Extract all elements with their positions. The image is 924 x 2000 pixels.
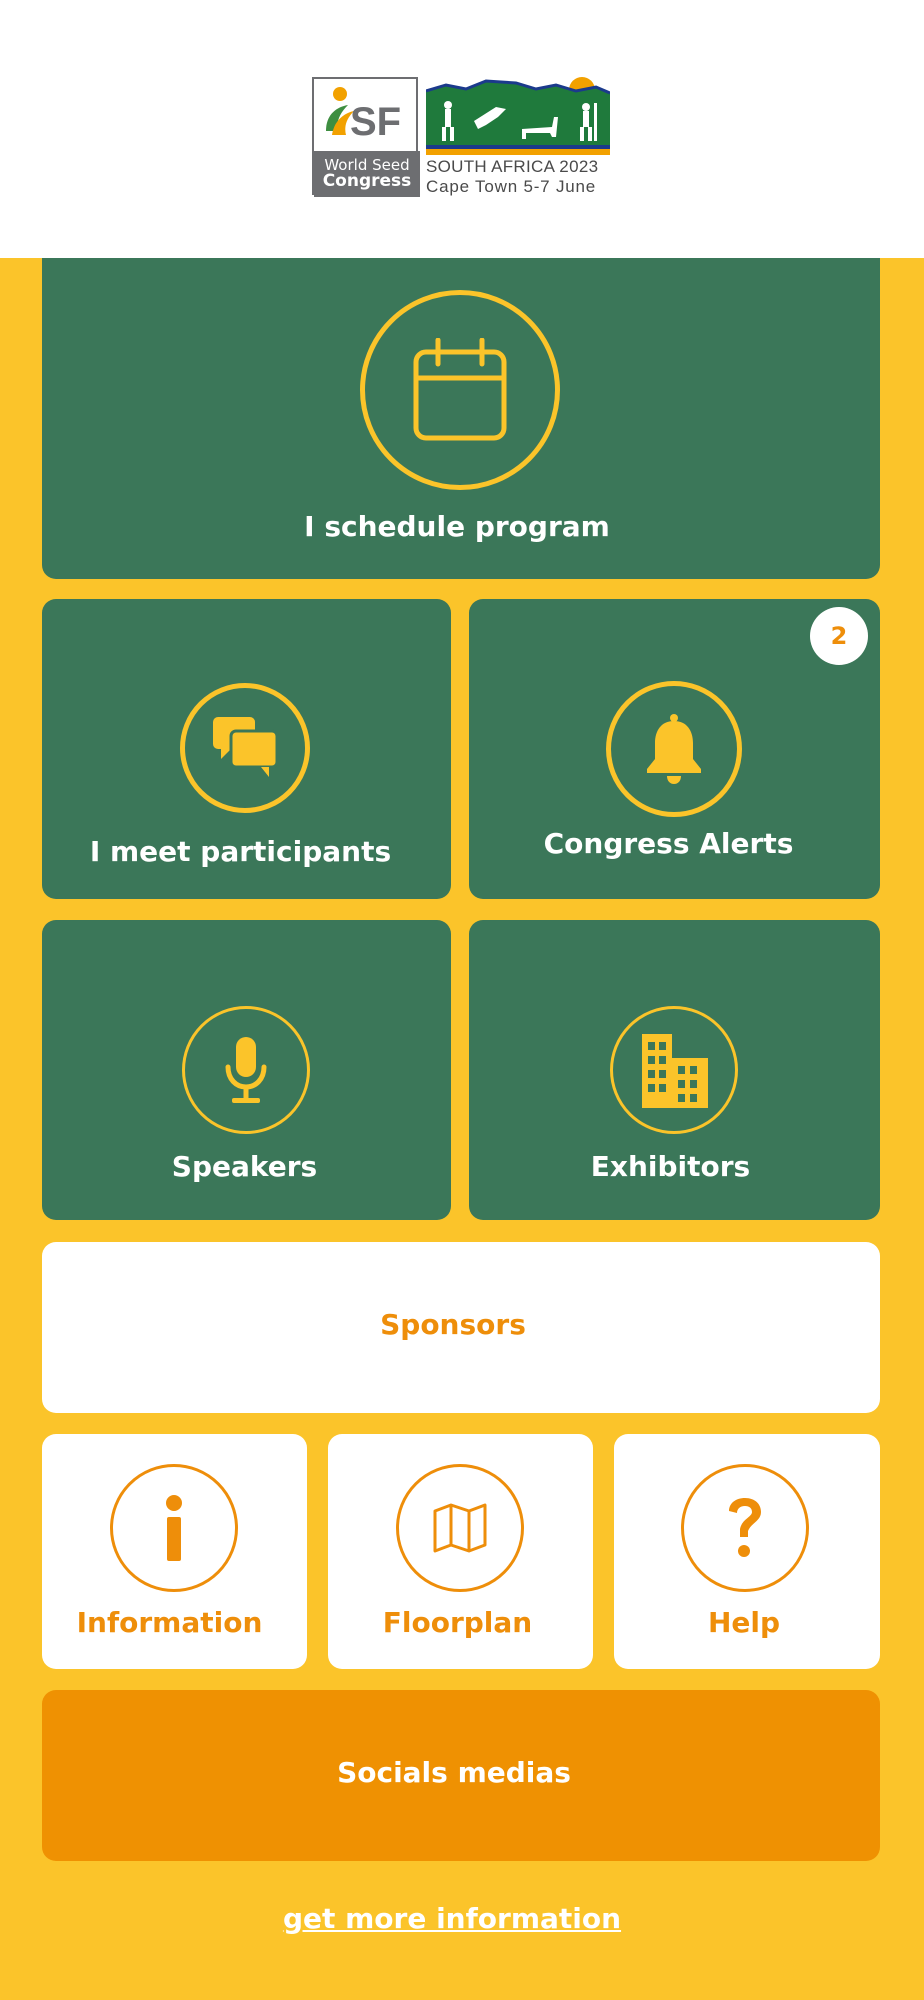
schedule-icon-circle	[360, 290, 560, 490]
meet-participants-tile[interactable]: I meet participants	[42, 599, 451, 899]
isf-logo-text: World Seed Congress	[314, 151, 420, 197]
meet-participants-label: I meet participants	[89, 835, 392, 868]
microphone-icon	[225, 1037, 267, 1103]
svg-text:SF: SF	[350, 100, 401, 143]
help-icon-circle	[681, 1464, 809, 1592]
south-africa-artwork	[426, 77, 610, 155]
meet-icon-circle	[180, 683, 310, 813]
calendar-icon	[413, 338, 507, 441]
information-icon-circle	[110, 1464, 238, 1592]
exhibitors-label: Exhibitors	[590, 1150, 751, 1183]
exhibitors-icon-circle	[610, 1006, 738, 1134]
help-label: Help	[707, 1606, 781, 1639]
schedule-program-tile[interactable]: I schedule program	[42, 258, 880, 579]
floorplan-tile[interactable]: Floorplan	[328, 1434, 593, 1669]
bell-icon	[647, 714, 701, 784]
information-label: Information	[76, 1606, 263, 1639]
schedule-program-label: I schedule program	[304, 510, 610, 543]
speakers-icon-circle	[182, 1006, 310, 1134]
chat-bubbles-icon	[213, 717, 279, 777]
help-tile[interactable]: Help	[614, 1434, 880, 1669]
floorplan-icon-circle	[396, 1464, 524, 1592]
get-more-information-link[interactable]: get more information	[0, 1902, 904, 1935]
speakers-label: Speakers	[171, 1150, 318, 1183]
sponsors-label: Sponsors	[380, 1308, 526, 1341]
sponsors-tile[interactable]: Sponsors	[42, 1242, 880, 1413]
map-icon	[433, 1503, 487, 1553]
information-tile[interactable]: Information	[42, 1434, 307, 1669]
building-icon	[642, 1034, 708, 1108]
floorplan-label: Floorplan	[382, 1606, 533, 1639]
congress-alerts-label: Congress Alerts	[543, 827, 794, 860]
event-date-line: Cape Town 5-7 June	[426, 177, 597, 196]
socials-medias-tile[interactable]: Socials medias	[42, 1690, 880, 1861]
socials-medias-label: Socials medias	[337, 1756, 571, 1789]
congress-alerts-tile[interactable]: 2 Congress Alerts	[469, 599, 880, 899]
question-icon	[729, 1498, 761, 1557]
speakers-tile[interactable]: Speakers	[42, 920, 451, 1220]
isf-congress-logo: SF World Seed Congress SOUTH AFRICA 2023…	[312, 77, 612, 199]
info-icon	[166, 1495, 182, 1561]
exhibitors-tile[interactable]: Exhibitors	[469, 920, 880, 1220]
alerts-count-badge: 2	[810, 607, 868, 665]
isf-logo-box: SF World Seed Congress	[312, 77, 420, 197]
event-location-line: SOUTH AFRICA 2023	[426, 157, 599, 176]
isf-logo-mark: SF	[326, 87, 401, 143]
alerts-icon-circle	[606, 681, 742, 817]
app-header: SF World Seed Congress SOUTH AFRICA 2023…	[0, 0, 924, 258]
